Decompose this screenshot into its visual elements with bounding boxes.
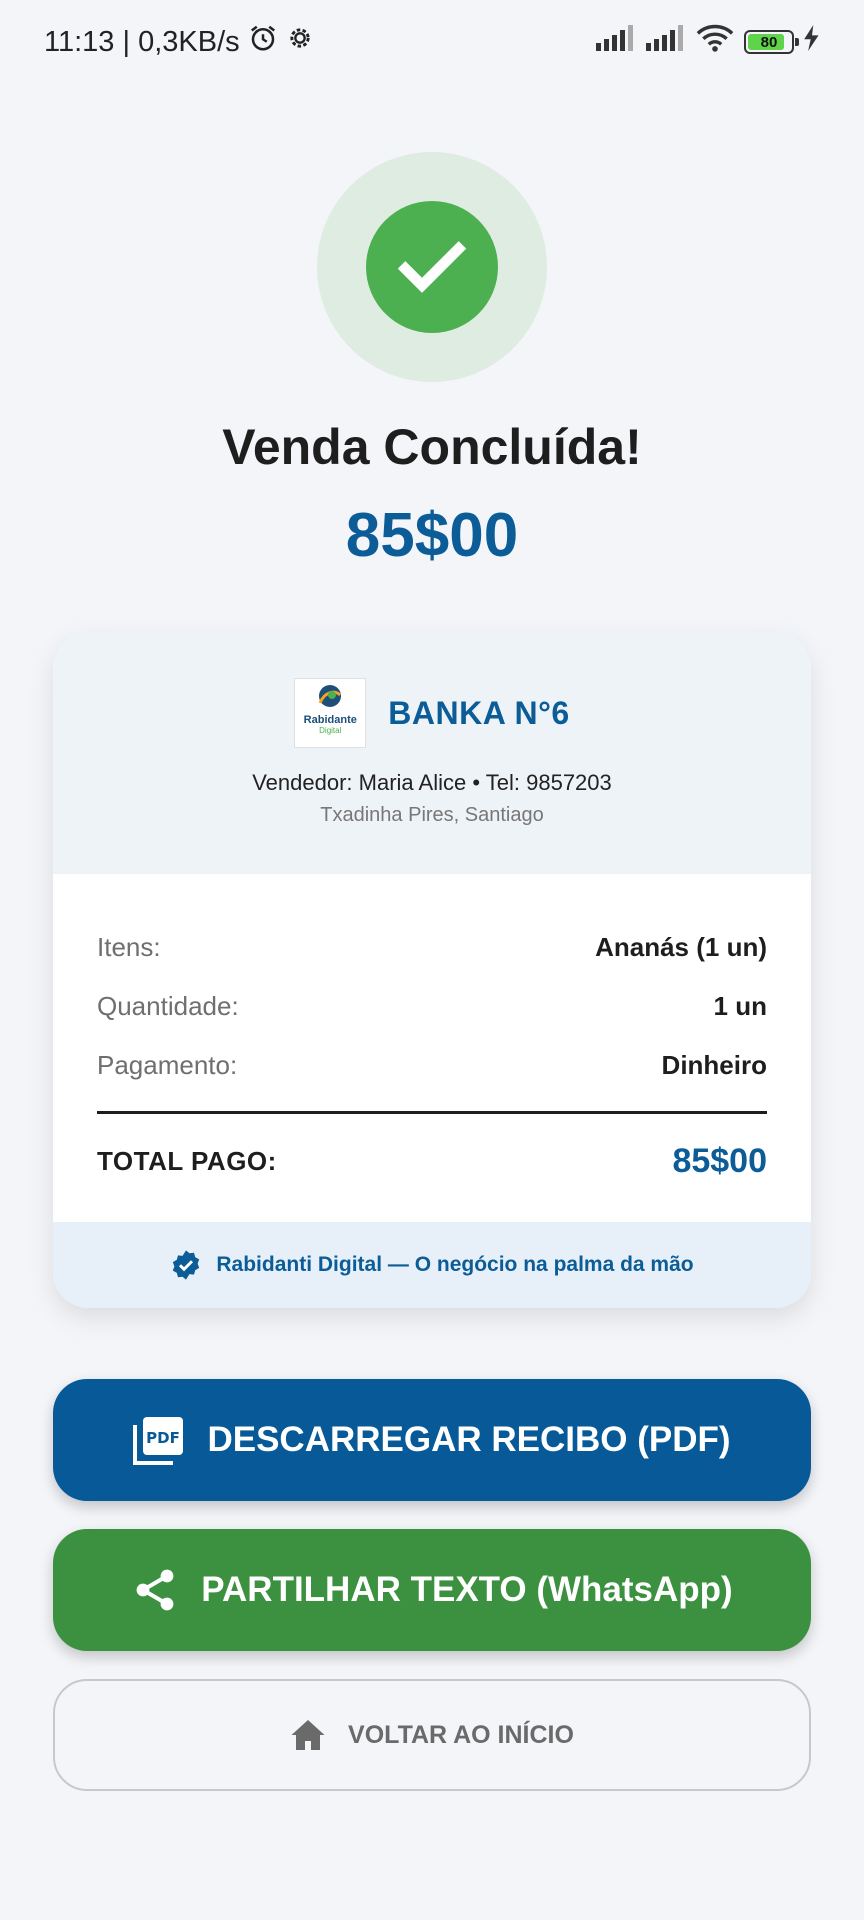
row-value: 1 un [713, 991, 767, 1021]
receipt-footer: Rabidanti Digital — O negócio na palma d… [53, 1222, 811, 1308]
receipt-row-items: Itens: Ananás (1 un) [97, 918, 767, 977]
signal-icon [646, 25, 686, 59]
row-label: Itens: [97, 932, 161, 962]
page-title: Venda Concluída! [222, 419, 642, 475]
battery-icon: 80 [744, 30, 799, 54]
row-label: Pagamento: [97, 1050, 238, 1080]
check-icon [397, 241, 467, 293]
signal-icon [596, 25, 636, 59]
logo-emblem [318, 685, 342, 707]
wifi-icon [696, 24, 734, 60]
logo-name: Rabidante [303, 714, 357, 726]
status-time: 11:13 | 0,3KB/s [44, 25, 240, 58]
status-bar: 11:13 | 0,3KB/s 80 [0, 0, 864, 84]
svg-text:PDF: PDF [147, 1429, 181, 1447]
charging-icon [804, 25, 820, 59]
battery-level: 80 [760, 33, 778, 51]
success-circle [366, 201, 498, 333]
status-right: 80 [596, 24, 820, 60]
download-pdf-button[interactable]: PDF DESCARREGAR RECIBO (PDF) [53, 1379, 811, 1501]
screen: 11:13 | 0,3KB/s 80 Venda Concluída! 85$0… [0, 0, 864, 1920]
back-home-button[interactable]: VOLTAR AO INÍCIO [53, 1679, 811, 1791]
vendor-info: Vendedor: Maria Alice • Tel: 9857203 [252, 770, 612, 795]
verified-badge-icon [173, 1250, 200, 1280]
sale-amount: 85$00 [345, 501, 519, 570]
total-divider [97, 1111, 767, 1114]
home-icon [291, 1720, 325, 1750]
total-value: 85$00 [672, 1142, 767, 1180]
receipt-header: Rabidante Digital BANKA N°6 Vendedor: Ma… [53, 632, 811, 874]
brand-row: Rabidante Digital BANKA N°6 [53, 678, 811, 748]
store-location: Txadinha Pires, Santiago [320, 804, 544, 826]
total-row: TOTAL PAGO: 85$00 [97, 1142, 767, 1181]
row-value: Dinheiro [661, 1050, 767, 1080]
share-whatsapp-button[interactable]: PARTILHAR TEXTO (WhatsApp) [53, 1529, 811, 1651]
footer-slogan: Rabidanti Digital — O negócio na palma d… [216, 1253, 694, 1276]
receipt-row-quantity: Quantidade: 1 un [97, 977, 767, 1036]
total-label: TOTAL PAGO: [97, 1146, 277, 1176]
share-whatsapp-label: PARTILHAR TEXTO (WhatsApp) [201, 1570, 733, 1609]
share-icon [136, 1569, 174, 1611]
receipt-row-payment: Pagamento: Dinheiro [97, 1036, 767, 1095]
back-home-label: VOLTAR AO INÍCIO [348, 1720, 574, 1749]
download-pdf-label: DESCARREGAR RECIBO (PDF) [207, 1420, 731, 1459]
pdf-icon: PDF [133, 1417, 184, 1465]
success-halo [317, 152, 547, 382]
logo-sub: Digital [319, 726, 342, 735]
status-left: 11:13 | 0,3KB/s [44, 23, 314, 61]
receipt-card: Rabidante Digital BANKA N°6 Vendedor: Ma… [53, 632, 811, 1308]
row-value: Ananás (1 un) [595, 932, 767, 962]
store-name: BANKA N°6 [388, 694, 570, 731]
alarm-icon [248, 23, 278, 61]
settings-icon [286, 24, 314, 60]
receipt-body: Itens: Ananás (1 un) Quantidade: 1 un Pa… [53, 874, 811, 1222]
row-label: Quantidade: [97, 991, 239, 1021]
store-logo: Rabidante Digital [294, 678, 367, 748]
